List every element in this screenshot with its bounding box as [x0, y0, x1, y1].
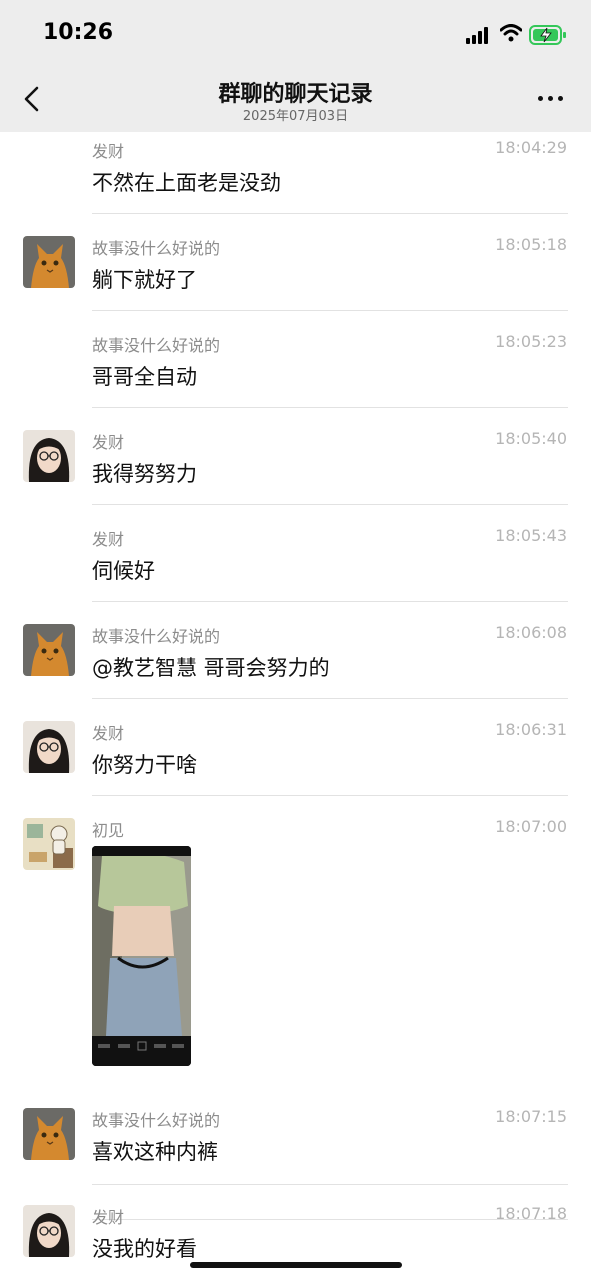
avatar-cartoon-room[interactable]	[23, 818, 75, 870]
status-time: 10:26	[43, 20, 114, 45]
divider	[92, 213, 568, 214]
signal-icon	[466, 26, 492, 44]
message-text[interactable]: 哥哥全自动	[92, 361, 197, 391]
message-time: 18:07:00	[495, 817, 567, 836]
sender-name: 故事没什么好说的	[92, 1111, 221, 1130]
sender-name: 发财	[92, 1208, 125, 1227]
message-text[interactable]: 躺下就好了	[92, 264, 197, 294]
divider	[92, 601, 568, 602]
divider	[92, 795, 568, 796]
battery-charging-icon	[529, 25, 566, 45]
message-text[interactable]: 你努力干啥	[92, 749, 197, 779]
wifi-icon	[500, 24, 522, 42]
sender-name: 发财	[92, 142, 125, 161]
divider	[92, 310, 568, 311]
message-text[interactable]: @教艺智慧 哥哥会努力的	[92, 652, 330, 682]
sender-name: 初见	[92, 821, 125, 840]
avatar-orange-cat[interactable]	[23, 236, 75, 288]
page-subtitle: 2025年07月03日	[242, 109, 349, 124]
message-time: 18:05:40	[495, 429, 567, 448]
divider	[92, 407, 568, 408]
message-time: 18:04:29	[495, 138, 567, 157]
message-text[interactable]: 不然在上面老是没劲	[92, 167, 281, 197]
message-time: 18:07:15	[495, 1107, 567, 1126]
divider	[92, 698, 568, 699]
home-indicator[interactable]	[190, 1262, 402, 1268]
avatar-orange-cat[interactable]	[23, 1108, 75, 1160]
avatar-girl-glasses[interactable]	[23, 430, 75, 482]
message-time: 18:06:08	[495, 623, 567, 642]
avatar-girl-glasses[interactable]	[23, 721, 75, 773]
sender-name: 发财	[92, 433, 125, 452]
divider	[92, 504, 568, 505]
message-time: 18:06:31	[495, 720, 567, 739]
avatar-orange-cat[interactable]	[23, 624, 75, 676]
message-text[interactable]: 伺候好	[92, 555, 155, 585]
sender-name: 发财	[92, 530, 125, 549]
message-text[interactable]: 没我的好看	[92, 1233, 197, 1263]
message-time: 18:05:23	[495, 332, 567, 351]
message-time: 18:05:18	[495, 235, 567, 254]
sender-name: 故事没什么好说的	[92, 627, 221, 646]
top-bar: 10:26 群聊的聊天记录 2025年07月03日	[0, 0, 591, 132]
page-title: 群聊的聊天记录	[218, 82, 373, 107]
more-dots-icon[interactable]	[536, 96, 566, 104]
message-time: 18:07:18	[495, 1204, 567, 1223]
shared-image[interactable]	[92, 846, 191, 1066]
sender-name: 故事没什么好说的	[92, 239, 221, 258]
message-time: 18:05:43	[495, 526, 567, 545]
sender-name: 故事没什么好说的	[92, 336, 221, 355]
message-text[interactable]: 我得努努力	[92, 458, 197, 488]
message-text[interactable]: 喜欢这种内裤	[92, 1136, 218, 1166]
avatar-girl-glasses[interactable]	[23, 1205, 75, 1257]
divider	[92, 1184, 568, 1185]
sender-name: 发财	[92, 724, 125, 743]
